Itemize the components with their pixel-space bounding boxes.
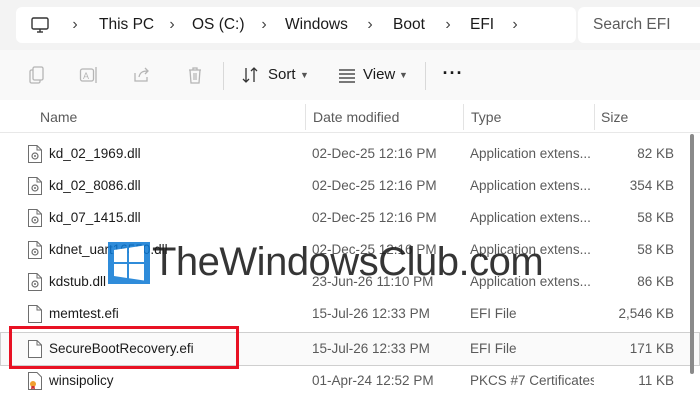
file-date: 02-Dec-25 12:16 PM <box>312 178 437 193</box>
view-list-icon <box>337 65 357 85</box>
file-size: 171 KB <box>629 341 674 356</box>
column-divider[interactable] <box>305 104 306 130</box>
chevron-right-icon[interactable]: › <box>441 7 455 43</box>
breadcrumb-os-c[interactable]: OS (C:) <box>192 7 245 43</box>
file-row[interactable]: kd_07_1415.dll 02-Dec-25 12:16 PM Applic… <box>0 202 700 234</box>
view-button[interactable]: View ▼ <box>337 61 413 89</box>
column-header-size[interactable]: Size <box>601 100 628 132</box>
monitor-icon[interactable] <box>30 15 50 35</box>
chevron-right-icon[interactable]: › <box>363 7 377 43</box>
copy-icon[interactable] <box>26 65 46 85</box>
dll-file-icon <box>27 145 43 163</box>
file-type: Application extens... <box>470 210 591 225</box>
more-options-icon[interactable]: ··· <box>441 63 465 87</box>
dll-file-icon <box>27 177 43 195</box>
chevron-right-icon[interactable]: › <box>165 7 179 43</box>
file-size: 86 KB <box>637 274 674 289</box>
chevron-right-icon[interactable]: › <box>68 7 82 43</box>
dll-file-icon <box>27 273 43 291</box>
column-divider[interactable] <box>594 104 595 130</box>
chevron-down-icon: ▼ <box>300 70 309 80</box>
share-icon[interactable] <box>132 65 152 85</box>
delete-icon[interactable] <box>185 65 205 85</box>
file-size: 11 KB <box>638 373 674 388</box>
file-type: PKCS #7 Certificates <box>470 373 594 388</box>
column-header-date[interactable]: Date modified <box>313 100 399 132</box>
sort-label: Sort <box>268 66 296 83</box>
file-row[interactable]: winsipolicy 01-Apr-24 12:52 PM PKCS #7 C… <box>0 365 700 397</box>
file-name[interactable]: kd_07_1415.dll <box>49 202 141 234</box>
file-size: 58 KB <box>637 242 674 257</box>
column-header-name[interactable]: Name <box>40 100 77 132</box>
windows-logo-icon <box>108 242 150 284</box>
breadcrumb-windows[interactable]: Windows <box>285 7 348 43</box>
chevron-down-icon: ▼ <box>399 70 408 80</box>
command-bar: A Sort ▼ View ▼ ··· <box>0 50 700 100</box>
file-type: EFI File <box>470 306 517 321</box>
chevron-right-icon[interactable]: › <box>257 7 271 43</box>
sort-icon <box>240 65 260 85</box>
file-icon <box>27 305 43 323</box>
file-size: 58 KB <box>637 210 674 225</box>
vertical-scrollbar[interactable] <box>690 134 694 374</box>
file-type: EFI File <box>470 341 517 356</box>
dll-file-icon <box>27 209 43 227</box>
dll-file-icon <box>27 241 43 259</box>
toolbar-divider <box>425 62 426 90</box>
file-size: 354 KB <box>629 178 674 193</box>
svg-text:A: A <box>83 71 89 81</box>
file-date: 02-Dec-25 12:16 PM <box>312 210 437 225</box>
chevron-right-icon[interactable]: › <box>508 7 522 43</box>
file-date: 02-Dec-25 12:16 PM <box>312 146 437 161</box>
file-type: Application extens... <box>470 178 591 193</box>
file-name[interactable]: kd_02_1969.dll <box>49 138 141 170</box>
breadcrumb-boot[interactable]: Boot <box>393 7 425 43</box>
file-name[interactable]: winsipolicy <box>49 365 114 397</box>
file-name[interactable]: kdstub.dll <box>49 266 106 298</box>
file-type: Application extens... <box>470 146 591 161</box>
watermark-text: TheWindowsClub.com <box>152 240 544 284</box>
search-box[interactable]: Search EFI <box>578 7 700 43</box>
column-header-type[interactable]: Type <box>471 100 501 132</box>
file-size: 82 KB <box>637 146 674 161</box>
column-headers: Name Date modified Type Size <box>0 100 700 133</box>
file-size: 2,546 KB <box>618 306 674 321</box>
search-placeholder[interactable]: Search EFI <box>593 7 671 43</box>
certificate-icon <box>27 372 43 390</box>
breadcrumb-this-pc[interactable]: This PC <box>99 7 154 43</box>
toolbar-divider <box>223 62 224 90</box>
file-date: 15-Jul-26 12:33 PM <box>312 306 430 321</box>
highlight-box <box>9 326 239 369</box>
column-divider[interactable] <box>463 104 464 130</box>
sort-button[interactable]: Sort ▼ <box>240 61 314 89</box>
file-date: 15-Jul-26 12:33 PM <box>312 341 430 356</box>
rename-icon[interactable]: A <box>79 65 99 85</box>
view-label: View <box>363 66 396 83</box>
file-row[interactable]: kd_02_1969.dll 02-Dec-25 12:16 PM Applic… <box>0 138 700 170</box>
address-bar[interactable]: › This PC › OS (C:) › Windows › Boot › E… <box>16 7 576 43</box>
breadcrumb-efi[interactable]: EFI <box>470 7 494 43</box>
file-name[interactable]: kd_02_8086.dll <box>49 170 141 202</box>
file-row[interactable]: kd_02_8086.dll 02-Dec-25 12:16 PM Applic… <box>0 170 700 202</box>
address-bar-region: › This PC › OS (C:) › Windows › Boot › E… <box>0 0 700 50</box>
file-date: 01-Apr-24 12:52 PM <box>312 373 434 388</box>
